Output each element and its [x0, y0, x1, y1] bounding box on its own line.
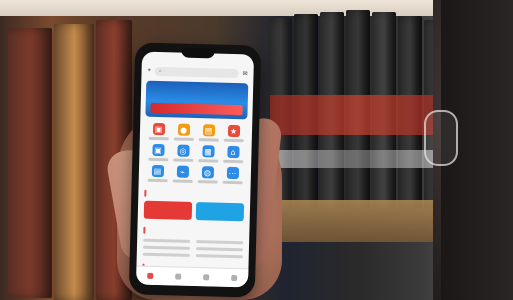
tab-profile[interactable]: [231, 274, 238, 282]
service-tile[interactable]: ●: [171, 123, 196, 141]
promo-card[interactable]: [143, 200, 193, 220]
message-icon[interactable]: ✉: [242, 70, 247, 77]
book-shelf: [270, 200, 460, 242]
service-label: [222, 180, 243, 185]
service-icon: ◎: [176, 144, 190, 157]
service-label: [223, 138, 244, 143]
location-icon: ⌖: [147, 66, 152, 74]
user-icon: [231, 274, 238, 282]
service-icon: ▤: [202, 124, 215, 137]
promo-card[interactable]: [195, 202, 245, 222]
service-tile[interactable]: ◎: [170, 144, 195, 162]
text-line: [142, 252, 190, 257]
service-tile[interactable]: ◍: [195, 166, 220, 184]
grid-icon: [175, 273, 182, 280]
service-icon: ▣: [152, 122, 165, 136]
service-label: [222, 159, 243, 164]
banner-title: [146, 83, 248, 86]
card-row: [138, 198, 251, 222]
service-label: [198, 138, 219, 142]
section-bar: [143, 226, 146, 234]
app-header: ⌖ ⌕ ✉: [141, 64, 253, 81]
book-spine: [8, 28, 52, 298]
service-tile[interactable]: ★: [221, 124, 246, 143]
service-tile[interactable]: ⌁: [170, 165, 195, 183]
service-label: [147, 157, 168, 162]
service-icon: ⋯: [226, 166, 239, 180]
service-icon: ★: [227, 124, 240, 138]
search-input[interactable]: ⌕: [154, 66, 239, 78]
text-line: [196, 240, 244, 245]
service-grid: ▣ ● ▤ ★ ▣ ◎ ▦ ⌂ ▤ ⌁ ◍ ⋯: [139, 117, 253, 185]
book-band: [270, 150, 448, 168]
text-list: [137, 235, 250, 259]
photo-scene: ⌖ ⌕ ✉ ▣ ● ▤ ★ ▣ ◎ ▦ ⌂ ▤ ⌁ ◍ ⋯: [0, 0, 513, 300]
tab-services[interactable]: [175, 273, 182, 280]
service-tile[interactable]: ▤: [196, 124, 221, 142]
phone-screen: ⌖ ⌕ ✉ ▣ ● ▤ ★ ▣ ◎ ▦ ⌂ ▤ ⌁ ◍ ⋯: [135, 51, 255, 288]
service-label: [197, 180, 218, 184]
text-line: [142, 245, 190, 250]
service-tile[interactable]: ▣: [146, 122, 171, 141]
service-label: [197, 159, 218, 163]
text-line: [195, 254, 243, 259]
service-tile[interactable]: ⌂: [220, 145, 245, 164]
service-label: [172, 179, 193, 183]
book-band: [270, 95, 448, 135]
home-icon: [147, 272, 154, 279]
service-tile[interactable]: ▦: [195, 145, 220, 163]
tab-bar: [135, 265, 249, 288]
tab-messages[interactable]: [203, 274, 210, 281]
glasses: [424, 110, 458, 166]
service-tile[interactable]: ▣: [145, 143, 170, 162]
text-line: [143, 238, 191, 243]
search-icon: ⌕: [158, 68, 162, 75]
smartphone: ⌖ ⌕ ✉ ▣ ● ▤ ★ ▣ ◎ ▦ ⌂ ▤ ⌁ ◍ ⋯: [128, 42, 262, 298]
tab-home[interactable]: [147, 272, 154, 279]
service-icon: ●: [177, 123, 190, 136]
service-icon: ◍: [201, 166, 214, 179]
service-icon: ▣: [151, 143, 165, 157]
banner-subtitle: [150, 102, 243, 116]
message-icon: [203, 274, 210, 281]
service-tile[interactable]: ▤: [145, 164, 170, 183]
service-label: [147, 178, 168, 183]
book-spine: [54, 24, 94, 300]
text-line: [195, 247, 243, 252]
service-label: [148, 136, 169, 141]
service-icon: ⌂: [226, 145, 240, 159]
service-icon: ▦: [201, 145, 215, 158]
service-icon: ▤: [151, 164, 164, 178]
banner[interactable]: [145, 80, 249, 120]
section-bar: [144, 189, 147, 197]
phone-notch: [180, 47, 216, 59]
service-label: [172, 158, 193, 162]
service-icon: ⌁: [176, 165, 189, 178]
service-label: [173, 137, 194, 141]
service-tile[interactable]: ⋯: [220, 166, 245, 185]
